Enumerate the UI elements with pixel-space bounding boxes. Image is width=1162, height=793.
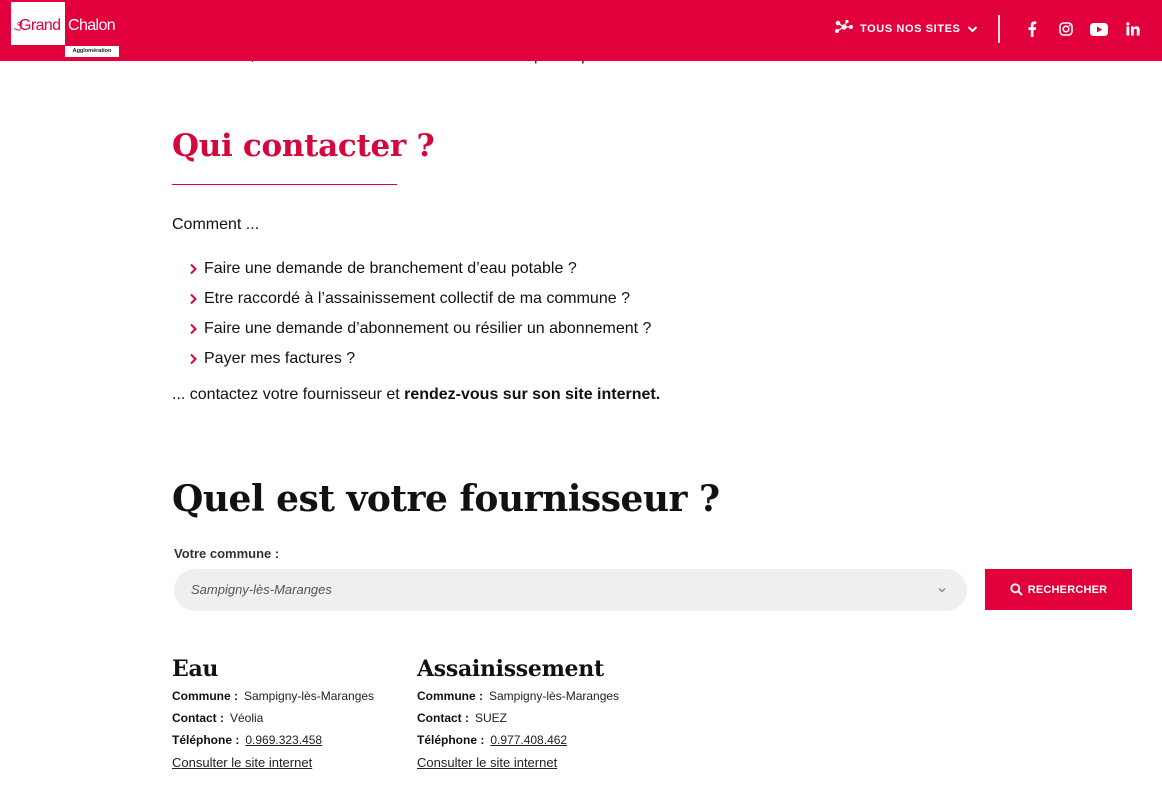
all-sites-menu-button[interactable]: TOUS NOS SITES [834, 19, 978, 39]
heading-underline [172, 184, 397, 185]
contact-key: Contact : [417, 711, 469, 725]
grand-chalon-logo[interactable]: Le Grand Chalon Agglomération [11, 2, 119, 57]
chevron-right-icon [190, 263, 197, 275]
commune-value: Sampigny-lès-Maranges [244, 689, 375, 703]
youtube-icon[interactable] [1089, 19, 1109, 39]
sanitation-provider-card: Assainissement Commune : Sampigny-lès-Mar… [417, 656, 647, 772]
search-button-label: RECHERCHER [1027, 583, 1108, 596]
provider-phone-row: Téléphone : 0.977.408.462 [417, 729, 647, 751]
provider-website-link[interactable]: Consulter le site internet [172, 755, 312, 770]
list-item: Faire une demande d’abonnement ou résili… [189, 314, 651, 344]
contact-value: SUEZ [475, 711, 508, 725]
provider-contact-row: Contact : SUEZ [417, 707, 647, 729]
phone-key: Téléphone : [172, 733, 240, 747]
search-button[interactable]: RECHERCHER [985, 569, 1132, 610]
phone-link[interactable]: 0.969.323.458 [245, 733, 322, 747]
commune-key: Commune : [417, 689, 483, 703]
provider-commune-row: Commune : Sampigny-lès-Maranges [172, 685, 402, 707]
instagram-icon[interactable] [1056, 19, 1076, 39]
provider-title: Assainissement [417, 656, 604, 682]
commune-key: Commune : [172, 689, 238, 703]
provider-website-link[interactable]: Consulter le site internet [417, 755, 557, 770]
provider-commune-row: Commune : Sampigny-lès-Maranges [417, 685, 647, 707]
provider-phone-row: Téléphone : 0.969.323.458 [172, 729, 402, 751]
question-list: Faire une demande de branchement d’eau p… [189, 254, 651, 374]
facebook-icon[interactable] [1022, 19, 1042, 39]
search-icon [1010, 583, 1023, 596]
intro-text: Comment ... [172, 216, 260, 233]
provider-finder-heading: Quel est votre fournisseur ? [172, 478, 720, 520]
chevron-down-icon [938, 588, 946, 593]
phone-link[interactable]: 0.977.408.462 [490, 733, 567, 747]
contact-heading: Qui contacter ? [172, 128, 435, 164]
provider-contact-row: Contact : Véolia [172, 707, 402, 729]
logo-chalon-text: Chalon [68, 17, 116, 34]
outro-bold-text: rendez-vous sur son site internet [404, 386, 656, 403]
list-item: Etre raccordé à l’assainissement collect… [189, 284, 651, 314]
commune-value: Sampigny-lès-Maranges [489, 689, 620, 703]
commune-label: Votre commune : [174, 546, 280, 561]
linkedin-icon[interactable] [1123, 19, 1143, 39]
list-item: Payer mes factures ? [189, 344, 651, 374]
chevron-right-icon [190, 353, 197, 365]
chevron-down-icon [967, 20, 978, 38]
contact-value: Véolia [230, 711, 264, 725]
provider-title: Eau [172, 656, 219, 682]
contact-key: Contact : [172, 711, 224, 725]
list-item-text: Faire une demande d’abonnement ou résili… [204, 320, 652, 337]
list-item: Faire une demande de branchement d’eau p… [189, 254, 651, 284]
commune-select[interactable]: Sampigny-lès-Maranges [174, 569, 967, 611]
chevron-right-icon [190, 293, 197, 305]
network-icon [834, 19, 854, 40]
header-divider [998, 15, 1000, 43]
list-item-text: Faire une demande de branchement d’eau p… [204, 260, 577, 277]
commune-select-value: Sampigny-lès-Maranges [191, 582, 332, 597]
outro-prefix: ... contactez votre fournisseur et [172, 386, 405, 403]
list-item-text: Etre raccordé à l’assainissement collect… [204, 290, 630, 307]
logo-grand-text: Grand [19, 17, 61, 34]
phone-key: Téléphone : [417, 733, 485, 747]
list-item-text: Payer mes factures ? [204, 350, 356, 367]
chevron-right-icon [190, 323, 197, 335]
all-sites-label: TOUS NOS SITES [860, 23, 961, 35]
outro-text: ... contactez votre fournisseur et rende… [172, 386, 660, 404]
top-header: Le Grand Chalon Agglomération TOUS NOS S… [0, 0, 1162, 61]
logo-agglomeration-text: Agglomération [65, 46, 119, 57]
outro-suffix: . [655, 386, 661, 403]
water-provider-card: Eau Commune : Sampigny-lès-Maranges Conta… [172, 656, 402, 772]
